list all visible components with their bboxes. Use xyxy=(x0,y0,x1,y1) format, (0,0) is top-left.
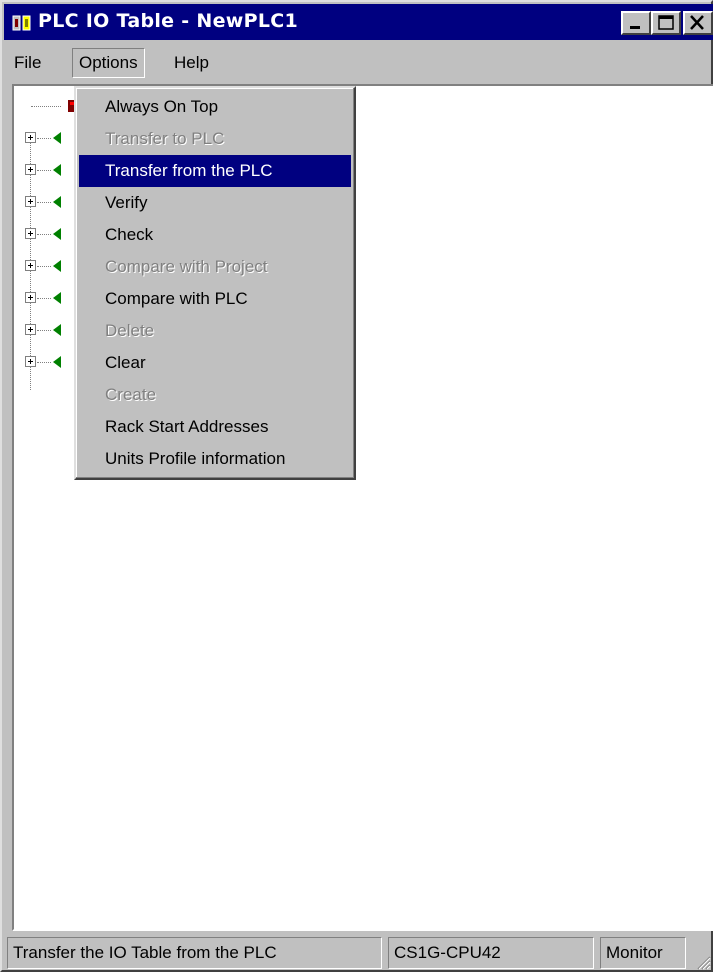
expand-icon[interactable] xyxy=(25,292,36,303)
menu-always-on-top[interactable]: Always On Top xyxy=(79,91,351,123)
menu-compare-with-project[interactable]: Compare with Project xyxy=(79,251,351,283)
options-dropdown-menu: Always On Top Transfer to PLC Transfer f… xyxy=(74,86,356,480)
title-bar[interactable]: PLC IO Table - NewPLC1 xyxy=(4,4,713,40)
menu-bar: File Options Help xyxy=(4,43,713,81)
status-cpu-type: CS1G-CPU42 xyxy=(388,937,594,969)
rack-node-icon xyxy=(53,228,61,240)
expand-icon[interactable] xyxy=(25,260,36,271)
expand-icon[interactable] xyxy=(25,228,36,239)
menu-transfer-from-plc[interactable]: Transfer from the PLC xyxy=(79,155,351,187)
rack-node-icon xyxy=(53,356,61,368)
menu-transfer-to-plc[interactable]: Transfer to PLC xyxy=(79,123,351,155)
maximize-icon xyxy=(658,15,674,30)
app-icon xyxy=(12,15,31,31)
menu-check[interactable]: Check xyxy=(79,219,351,251)
rack-node-icon xyxy=(53,292,61,304)
rack-node-icon xyxy=(53,132,61,144)
menu-compare-with-plc[interactable]: Compare with PLC xyxy=(79,283,351,315)
rack-node-icon xyxy=(53,324,61,336)
status-bar: Transfer the IO Table from the PLC CS1G-… xyxy=(4,934,713,972)
status-message: Transfer the IO Table from the PLC xyxy=(7,937,382,969)
menu-clear[interactable]: Clear xyxy=(79,347,351,379)
expand-icon[interactable] xyxy=(25,132,36,143)
expand-icon[interactable] xyxy=(25,324,36,335)
rack-node-icon xyxy=(53,164,61,176)
maximize-button[interactable] xyxy=(651,11,681,35)
menu-units-profile-information[interactable]: Units Profile information xyxy=(79,443,351,475)
expand-icon[interactable] xyxy=(25,356,36,367)
minimize-icon xyxy=(630,26,640,29)
plc-io-table-window: PLC IO Table - NewPLC1 File Options Help xyxy=(0,0,713,972)
rack-node-icon xyxy=(53,196,61,208)
resize-grip-icon[interactable] xyxy=(695,954,711,970)
menu-help[interactable]: Help xyxy=(168,48,215,78)
menu-options[interactable]: Options xyxy=(72,48,145,78)
menu-delete[interactable]: Delete xyxy=(79,315,351,347)
expand-icon[interactable] xyxy=(25,164,36,175)
close-icon xyxy=(690,15,704,30)
status-mode: Monitor xyxy=(600,937,686,969)
rack-node-icon xyxy=(53,260,61,272)
menu-verify[interactable]: Verify xyxy=(79,187,351,219)
menu-create[interactable]: Create xyxy=(79,379,351,411)
minimize-button[interactable] xyxy=(621,11,651,35)
menu-rack-start-addresses[interactable]: Rack Start Addresses xyxy=(79,411,351,443)
expand-icon[interactable] xyxy=(25,196,36,207)
menu-file[interactable]: File xyxy=(8,48,47,78)
close-button[interactable] xyxy=(683,11,713,35)
window-title: PLC IO Table - NewPLC1 xyxy=(38,10,299,32)
